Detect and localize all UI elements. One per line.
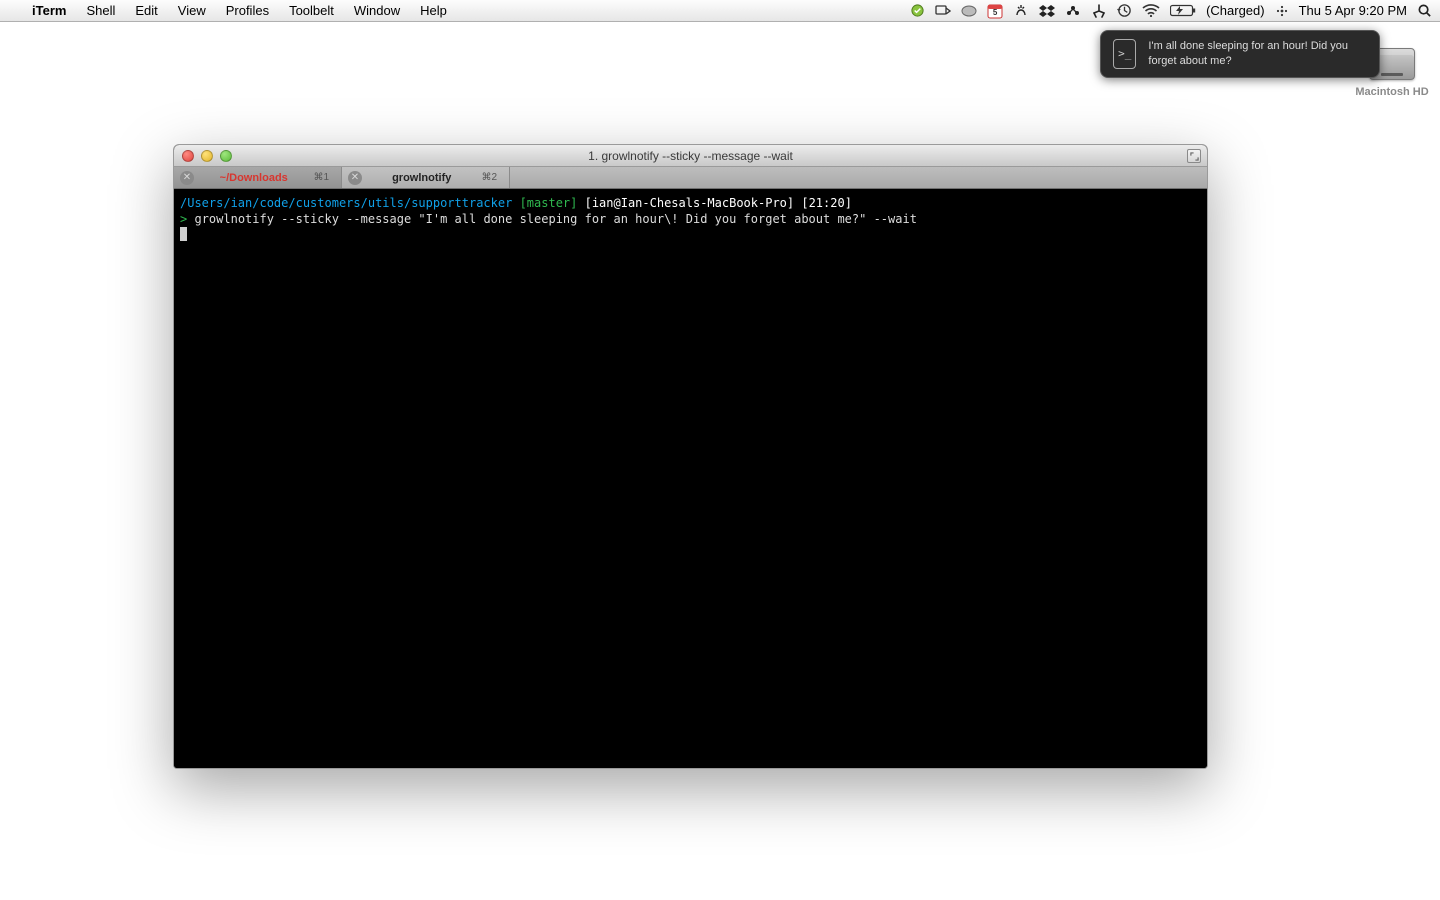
tab-close-icon[interactable]: ✕ xyxy=(180,171,194,185)
status-icon-5[interactable] xyxy=(1013,3,1029,19)
tab-close-icon[interactable]: ✕ xyxy=(348,171,362,185)
timemachine-icon[interactable] xyxy=(1117,3,1132,18)
prompt-time: [21:20] xyxy=(801,196,852,210)
tab-shortcut: ⌘2 xyxy=(481,172,499,183)
status-icon-8[interactable] xyxy=(1091,4,1107,18)
tab-bar: ✕ ~/Downloads ⌘1 ✕ growlnotify ⌘2 xyxy=(174,167,1207,189)
menu-help[interactable]: Help xyxy=(410,3,457,18)
zoom-button[interactable] xyxy=(220,150,232,162)
growl-message: I'm all done sleeping for an hour! Did y… xyxy=(1148,39,1367,69)
calendar-icon[interactable]: 5 xyxy=(987,3,1003,19)
calendar-day: 5 xyxy=(987,8,1003,17)
status-icon-1[interactable] xyxy=(910,3,925,18)
tab-downloads[interactable]: ✕ ~/Downloads ⌘1 xyxy=(174,167,342,188)
battery-status-text: (Charged) xyxy=(1206,3,1265,18)
cursor xyxy=(180,227,187,241)
battery-icon[interactable] xyxy=(1170,4,1196,17)
menubar-right: 5 (Charged) Thu 5 Apr 9:20 PM xyxy=(910,3,1432,19)
menu-profiles[interactable]: Profiles xyxy=(216,3,279,18)
fullscreen-button[interactable] xyxy=(1187,149,1201,163)
tab-label: ~/Downloads xyxy=(200,172,307,184)
prompt-path: /Users/ian/code/customers/utils/supportt… xyxy=(180,196,512,210)
terminal-command: growlnotify --sticky --message "I'm all … xyxy=(194,212,916,226)
minimize-button[interactable] xyxy=(201,150,213,162)
status-icon-extra[interactable] xyxy=(1275,4,1289,18)
wifi-icon[interactable] xyxy=(1142,4,1160,17)
dropbox-icon[interactable] xyxy=(1039,4,1055,18)
menu-shell[interactable]: Shell xyxy=(76,3,125,18)
terminal-window: 1. growlnotify --sticky --message --wait… xyxy=(173,144,1208,769)
growl-notification[interactable]: >_ I'm all done sleeping for an hour! Di… xyxy=(1100,30,1380,78)
traffic-lights xyxy=(174,150,232,162)
tab-label: growlnotify xyxy=(368,172,475,184)
status-icon-2[interactable] xyxy=(935,4,951,18)
tab-growlnotify[interactable]: ✕ growlnotify ⌘2 xyxy=(342,167,510,188)
spotlight-icon[interactable] xyxy=(1417,3,1432,18)
menubar-left: iTerm Shell Edit View Profiles Toolbelt … xyxy=(8,3,457,18)
window-titlebar[interactable]: 1. growlnotify --sticky --message --wait xyxy=(174,145,1207,167)
prompt-user: [ian@Ian-Chesals-MacBook-Pro] xyxy=(585,196,795,210)
menubar: iTerm Shell Edit View Profiles Toolbelt … xyxy=(0,0,1440,22)
tab-shortcut: ⌘1 xyxy=(313,172,331,183)
menubar-clock[interactable]: Thu 5 Apr 9:20 PM xyxy=(1299,3,1407,18)
terminal-viewport[interactable]: /Users/ian/code/customers/utils/supportt… xyxy=(174,189,1207,768)
close-button[interactable] xyxy=(182,150,194,162)
menu-view[interactable]: View xyxy=(168,3,216,18)
prompt-symbol: > xyxy=(180,212,187,226)
status-icon-3[interactable] xyxy=(961,5,977,17)
hd-label: Macintosh HD xyxy=(1352,86,1432,98)
menu-edit[interactable]: Edit xyxy=(125,3,167,18)
window-title: 1. growlnotify --sticky --message --wait xyxy=(174,149,1207,163)
terminal-icon: >_ xyxy=(1113,39,1136,69)
prompt-branch: [master] xyxy=(520,196,578,210)
app-menu[interactable]: iTerm xyxy=(22,3,76,18)
status-icon-7[interactable] xyxy=(1065,4,1081,18)
menu-toolbelt[interactable]: Toolbelt xyxy=(279,3,344,18)
menu-window[interactable]: Window xyxy=(344,3,410,18)
